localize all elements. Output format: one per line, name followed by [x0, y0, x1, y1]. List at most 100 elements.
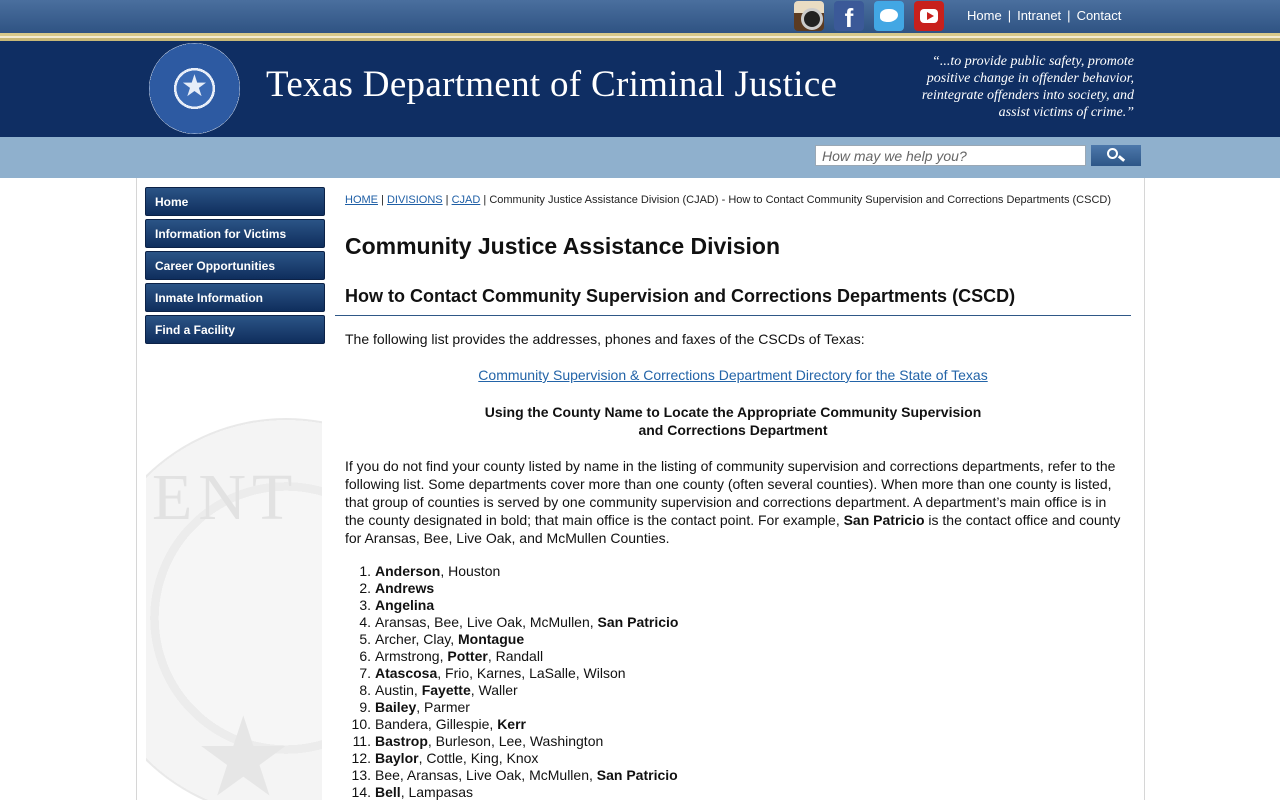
site-header: ★ Texas Department of Criminal Justice “…	[0, 41, 1280, 137]
list-item-number: 10.	[351, 716, 371, 732]
top-link-home[interactable]: Home	[967, 8, 1002, 23]
list-item-number: 3.	[359, 597, 371, 613]
top-links: Home | Intranet | Contact	[967, 8, 1121, 23]
contact-county: Potter	[447, 648, 488, 664]
list-item-number: 5.	[359, 631, 371, 647]
county-names: , Burleson, Lee, Washington	[427, 733, 604, 749]
list-item-number: 13.	[351, 767, 371, 783]
sidebar-item-careers[interactable]: Career Opportunities	[145, 251, 325, 280]
contact-county: Angelina	[375, 597, 435, 613]
list-item: 4. Aransas, Bee, Live Oak, McMullen, San …	[345, 614, 1105, 631]
watermark-lettering: ENT	[152, 461, 299, 534]
sidebar-item-victims[interactable]: Information for Victims	[145, 219, 325, 248]
county-names: , Frio, Karnes, LaSalle, Wilson	[437, 665, 626, 681]
county-names: , Houston	[440, 563, 501, 579]
star-icon: ★	[181, 70, 208, 103]
top-link-intranet[interactable]: Intranet	[1017, 8, 1061, 23]
instagram-icon[interactable]	[794, 1, 824, 31]
county-names: Bee, Aransas, Live Oak, McMullen,	[375, 767, 597, 783]
search-bar	[0, 137, 1280, 178]
county-names: Austin,	[375, 682, 422, 698]
list-item: 10. Bandera, Gillespie, Kerr	[345, 716, 1105, 733]
contact-county: Anderson	[375, 563, 441, 579]
search-icon	[1107, 148, 1118, 159]
list-item: 5. Archer, Clay, Montague	[345, 631, 1105, 648]
list-item-number: 9.	[359, 699, 371, 715]
contact-county: Bastrop	[375, 733, 428, 749]
list-item-number: 6.	[359, 648, 371, 664]
youtube-icon[interactable]	[914, 1, 944, 31]
contact-county: Bailey	[375, 699, 417, 715]
contact-county: San Patricio	[597, 614, 679, 630]
section-heading-line1: Using the County Name to Locate the Appr…	[484, 404, 982, 420]
county-names: , Cottle, King, Knox	[418, 750, 539, 766]
list-item: 3. Angelina	[345, 597, 1105, 614]
agency-seal-logo[interactable]: ★	[149, 43, 240, 134]
list-item-number: 8.	[359, 682, 371, 698]
contact-county: Bell	[375, 784, 401, 800]
seal-watermark: ENT ★	[146, 418, 322, 800]
list-item-number: 14.	[351, 784, 371, 800]
county-names: Archer, Clay,	[375, 631, 458, 647]
list-item: 12. Baylor, Cottle, King, Knox	[345, 750, 1105, 767]
breadcrumb-cjad[interactable]: CJAD	[452, 194, 481, 206]
intro-text: The following list provides the addresse…	[345, 331, 865, 347]
county-names: , Parmer	[416, 699, 470, 715]
search-button[interactable]	[1091, 145, 1141, 166]
list-item: 9. Bailey, Parmer	[345, 699, 1105, 716]
list-item-number: 4.	[359, 614, 371, 630]
section-divider	[335, 315, 1131, 316]
breadcrumb: HOME | DIVISIONS | CJAD | Community Just…	[345, 194, 1112, 206]
link-separator: |	[1007, 8, 1012, 23]
instructions-paragraph: If you do not find your county listed by…	[345, 457, 1125, 547]
list-item: 8. Austin, Fayette, Waller	[345, 682, 1105, 699]
section-heading-line2: and Corrections Department	[638, 422, 828, 438]
sidebar-nav: Home Information for Victims Career Oppo…	[145, 187, 325, 347]
contact-county: Andrews	[375, 580, 435, 596]
county-names: Aransas, Bee, Live Oak, McMullen,	[375, 614, 598, 630]
contact-county: Fayette	[421, 682, 471, 698]
county-list: 1. Anderson, Houston 2. Andrews 3. Angelina 4.…	[345, 563, 1105, 800]
directory-link[interactable]: Community Supervision & Corrections Depa…	[478, 367, 987, 383]
county-names: , Randall	[487, 648, 544, 664]
contact-county: San Patricio	[596, 767, 678, 783]
county-names: Bandera, Gillespie,	[375, 716, 498, 732]
breadcrumb-current: Community Justice Assistance Division (C…	[489, 194, 1112, 206]
para-bold-county: San Patricio	[843, 512, 925, 528]
facebook-icon[interactable]: f	[834, 1, 864, 33]
contact-county: Atascosa	[375, 665, 438, 681]
county-names: Armstrong,	[375, 648, 448, 664]
list-item: 11. Bastrop, Burleson, Lee, Washington	[345, 733, 1105, 750]
list-item-number: 7.	[359, 665, 371, 681]
link-separator: |	[1067, 8, 1071, 23]
list-item: 13. Bee, Aransas, Live Oak, McMullen, San…	[345, 767, 1105, 784]
contact-county: Montague	[458, 631, 525, 647]
contact-county: Baylor	[375, 750, 419, 766]
list-item-number: 1.	[359, 563, 371, 579]
list-item-number: 2.	[359, 580, 371, 596]
list-item: 2. Andrews	[345, 580, 1105, 597]
county-names: , Waller	[470, 682, 518, 698]
sidebar-item-inmate-info[interactable]: Inmate Information	[145, 283, 325, 312]
county-names: , Lampasas	[400, 784, 474, 800]
watermark-star-icon: ★	[194, 696, 293, 800]
sidebar-item-home[interactable]: Home	[145, 187, 325, 216]
agency-name[interactable]: Texas Department of Criminal Justice	[266, 63, 837, 106]
breadcrumb-divisions[interactable]: DIVISIONS	[387, 194, 443, 206]
list-item-number: 12.	[351, 750, 371, 766]
page-title: Community Justice Assistance Division	[345, 233, 781, 259]
list-item: 1. Anderson, Houston	[345, 563, 1105, 580]
list-item-number: 11.	[352, 733, 371, 749]
header-divider	[0, 33, 1280, 41]
top-bar: f Home | Intranet | Contact	[0, 0, 1280, 33]
search-icon-handle	[1117, 155, 1126, 162]
sidebar-item-find-facility[interactable]: Find a Facility	[145, 315, 325, 344]
breadcrumb-home[interactable]: HOME	[345, 194, 378, 206]
twitter-icon[interactable]	[874, 1, 904, 31]
section-heading: Using the County Name to Locate the Appr…	[345, 403, 1121, 439]
list-item: 14. Bell, Lampasas	[345, 784, 1105, 800]
top-link-contact[interactable]: Contact	[1077, 8, 1122, 23]
directory-link-container: Community Supervision & Corrections Depa…	[345, 367, 1121, 383]
search-input[interactable]	[815, 145, 1086, 166]
page-subtitle: How to Contact Community Supervision and…	[345, 286, 1016, 306]
